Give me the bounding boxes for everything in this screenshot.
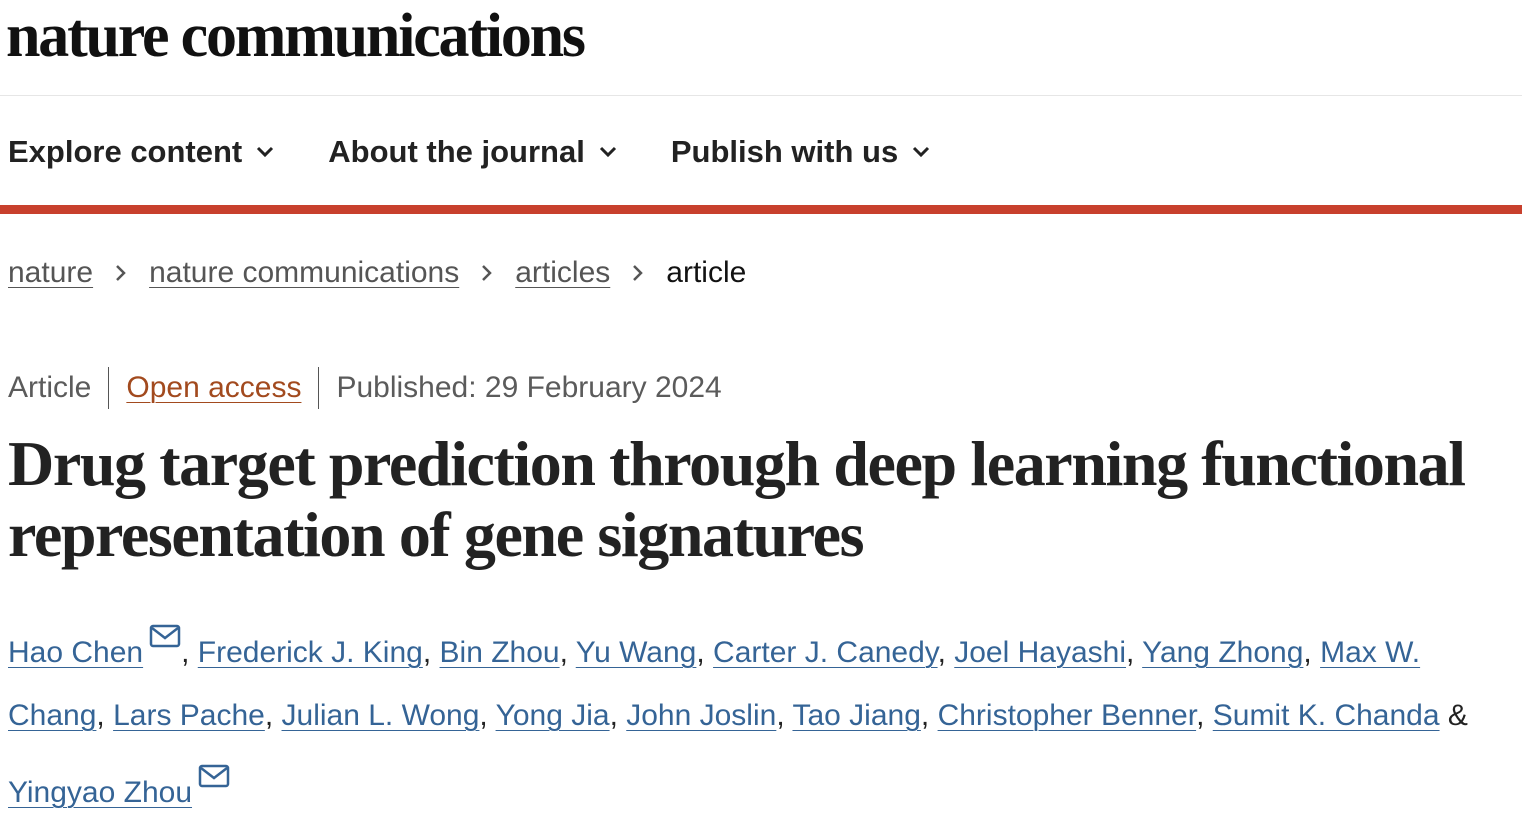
author-link[interactable]: Yong Jia	[496, 699, 610, 732]
mail-icon[interactable]	[149, 607, 181, 648]
author-link[interactable]: Joel Hayashi	[954, 636, 1126, 669]
chevron-down-icon	[599, 146, 616, 158]
nav-item-label: Publish with us	[670, 134, 899, 169]
author-link[interactable]: Tao Jiang	[792, 699, 920, 732]
meta-divider	[318, 367, 320, 409]
author-link[interactable]: John Joslin	[626, 699, 776, 732]
author-link[interactable]: Bin Zhou	[440, 636, 560, 669]
breadcrumb-nature-communications[interactable]: nature communications	[149, 256, 459, 290]
site-header: nature communications	[0, 0, 1522, 96]
author-link[interactable]: Yu Wang	[576, 636, 697, 669]
breadcrumb-nature[interactable]: nature	[8, 256, 93, 290]
meta-divider	[108, 367, 110, 409]
accent-divider	[0, 205, 1522, 214]
mail-icon[interactable]	[198, 747, 230, 788]
article-title: Drug target prediction through deep lear…	[8, 428, 1466, 570]
open-access-link[interactable]: Open access	[126, 371, 301, 405]
nav-item-label: Explore content	[8, 134, 243, 169]
author-link[interactable]: Yingyao Zhou	[8, 776, 192, 809]
nav-item-label: About the journal	[328, 134, 585, 169]
breadcrumb-current: article	[666, 256, 747, 289]
chevron-down-icon	[257, 146, 274, 158]
author-link[interactable]: Christopher Benner	[938, 699, 1197, 732]
journal-logo[interactable]: nature communications	[6, 0, 586, 72]
author-list: Hao Chen, Frederick J. King, Bin Zhou, Y…	[8, 607, 1508, 824]
author-link[interactable]: Frederick J. King	[198, 636, 423, 669]
main-nav: Explore content About the journal Publis…	[8, 128, 984, 176]
breadcrumb: nature nature communications articles ar…	[8, 256, 746, 290]
article-meta: Article Open access Published: 29 Februa…	[8, 366, 722, 410]
author-link[interactable]: Julian L. Wong	[282, 699, 480, 732]
author-link[interactable]: Lars Pache	[113, 699, 265, 732]
author-link[interactable]: Hao Chen	[8, 636, 143, 669]
author-link[interactable]: Sumit K. Chanda	[1213, 699, 1440, 732]
article-type: Article	[8, 371, 92, 404]
breadcrumb-articles[interactable]: articles	[515, 256, 610, 290]
author-link[interactable]: Yang Zhong	[1142, 636, 1303, 669]
nav-explore-content[interactable]: Explore content	[8, 134, 274, 170]
author-ampersand: &	[1447, 699, 1468, 732]
chevron-right-icon	[632, 264, 644, 282]
chevron-right-icon	[115, 264, 127, 282]
author-link[interactable]: Carter J. Canedy	[713, 636, 938, 669]
chevron-right-icon	[481, 264, 493, 282]
nav-publish-with-us[interactable]: Publish with us	[671, 134, 930, 170]
published-date: Published: 29 February 2024	[336, 371, 722, 404]
chevron-down-icon	[913, 146, 930, 158]
nav-about-the-journal[interactable]: About the journal	[328, 134, 617, 170]
